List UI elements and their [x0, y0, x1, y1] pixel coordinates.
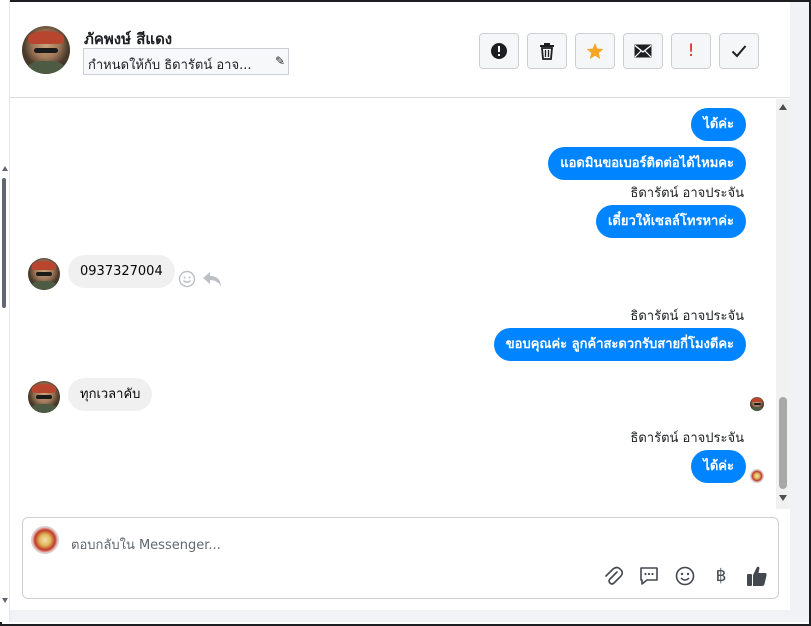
exclamation-icon: ! [687, 41, 695, 61]
reply-composer[interactable]: ตอบกลับใน Messenger... ฿ [22, 517, 779, 599]
scroll-down-icon[interactable] [779, 495, 787, 501]
outgoing-message[interactable]: ได้ค่ะ [691, 108, 746, 141]
emoji-button[interactable] [674, 565, 696, 587]
thread-scrollbar[interactable] [776, 99, 790, 509]
spam-button[interactable] [479, 33, 519, 69]
reply-icon[interactable] [202, 270, 222, 288]
baht-icon: ฿ [715, 566, 727, 586]
conversation-panel: ภัคพงษ์ สีแดง กำหนดให้กับ ธิดารัตน์ อาจ.… [10, 2, 790, 610]
incoming-message[interactable]: ทุกเวลาคับ [68, 378, 153, 411]
reply-input-placeholder[interactable]: ตอบกลับใน Messenger... [71, 534, 221, 555]
smiley-icon[interactable] [178, 270, 196, 288]
page-avatar [31, 526, 59, 554]
outgoing-message[interactable]: ได้ค่ะ [691, 450, 746, 483]
trash-icon [540, 43, 554, 60]
checkmark-icon [731, 45, 747, 58]
assign-field[interactable]: กำหนดให้กับ ธิดารัตน์ อาจ... ✎ [83, 48, 289, 75]
scroll-thumb[interactable] [779, 397, 787, 489]
seen-avatar [750, 397, 764, 411]
incoming-message[interactable]: 0937327004 [68, 255, 175, 288]
star-icon [586, 43, 604, 59]
scroll-up-icon[interactable] [779, 104, 787, 110]
mark-important-button[interactable]: ! [671, 33, 711, 69]
conversation-header: ภัคพงษ์ สีแดง กำหนดให้กับ ธิดารัตน์ อาจ.… [10, 2, 790, 98]
thumbs-up-icon [747, 566, 767, 586]
left-scroll-up-icon[interactable] [2, 166, 8, 171]
contact-message-avatar[interactable] [28, 258, 60, 290]
mark-done-button[interactable] [719, 33, 759, 69]
star-button[interactable] [575, 33, 615, 69]
emoji-icon [675, 566, 695, 586]
delete-button[interactable] [527, 33, 567, 69]
attach-button[interactable] [602, 565, 624, 587]
payment-button[interactable]: ฿ [710, 565, 732, 587]
conversation-toolbar: ! [479, 33, 759, 69]
left-scroll-thumb[interactable] [2, 178, 6, 308]
sent-status-avatar [750, 469, 764, 483]
bottom-background [10, 610, 790, 622]
message-actions [178, 270, 222, 288]
right-background [790, 2, 809, 622]
paperclip-icon [605, 566, 623, 585]
sender-label: ธิดารัตน์ อาจประจัน [630, 431, 744, 446]
assign-label: กำหนดให้กับ ธิดารัตน์ อาจ... [88, 58, 252, 73]
mark-unread-button[interactable] [623, 33, 663, 69]
chat-bubble-icon [640, 567, 658, 585]
outgoing-message[interactable]: แอดมินขอเบอร์ติดต่อได้ไหมคะ [548, 147, 746, 180]
outgoing-message[interactable]: เดี๋ยวให้เซลล์โทรหาค่ะ [595, 205, 746, 238]
envelope-icon [634, 44, 652, 58]
outgoing-message[interactable]: ขอบคุณค่ะ ลูกค้าสะดวกรับสายกี่โมงดีคะ [493, 328, 746, 361]
left-scroll-edge [0, 0, 10, 622]
left-scroll-down-icon[interactable] [2, 598, 8, 603]
composer-actions: ฿ [602, 565, 768, 587]
message-thread: ได้ค่ะ แอดมินขอเบอร์ติดต่อได้ไหมคะ ธิดาร… [10, 99, 790, 509]
like-button[interactable] [746, 565, 768, 587]
sender-label: ธิดารัตน์ อาจประจัน [630, 309, 744, 324]
saved-replies-button[interactable] [638, 565, 660, 587]
contact-avatar[interactable] [22, 26, 70, 74]
sender-label: ธิดารัตน์ อาจประจัน [630, 186, 744, 201]
contact-message-avatar[interactable] [28, 381, 60, 413]
pencil-icon[interactable]: ✎ [275, 54, 285, 68]
alert-circle-icon [491, 43, 507, 59]
